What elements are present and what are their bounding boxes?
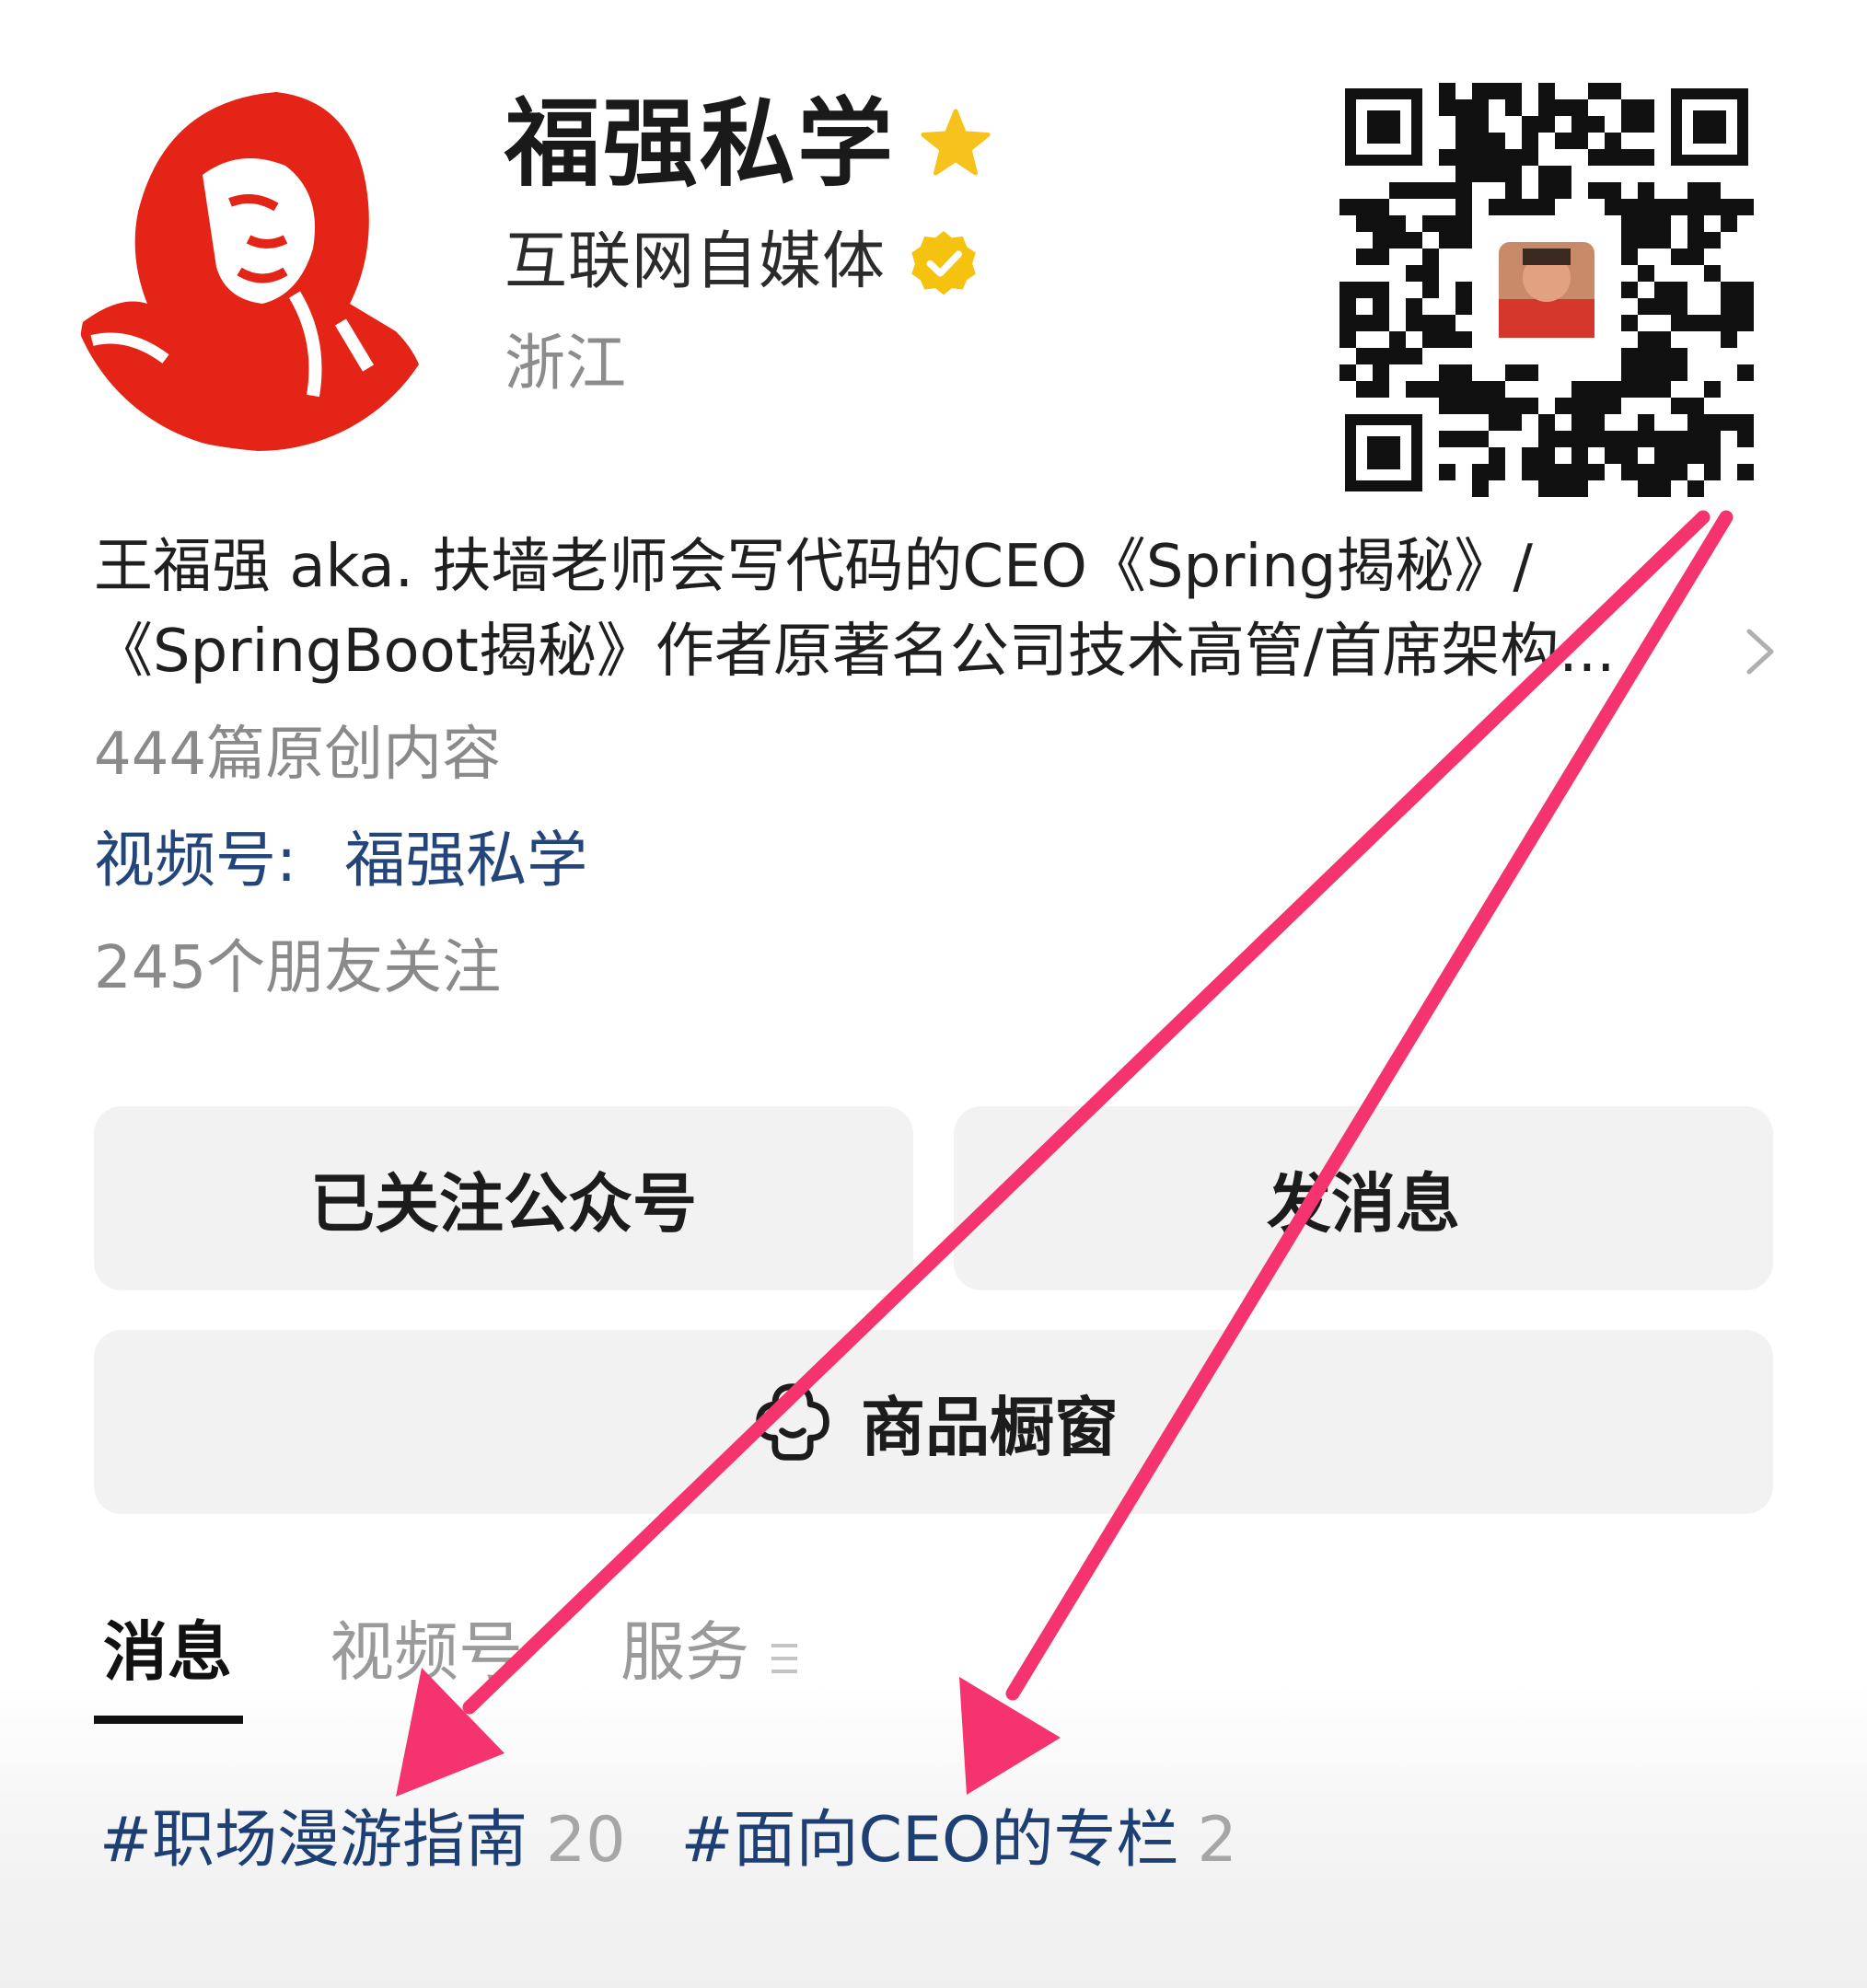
region: 浙江 [504, 328, 626, 399]
shop-window-label: 商品橱窗 [861, 1389, 1119, 1465]
original-content-count[interactable]: 444篇原创内容 [94, 725, 501, 784]
qr-code[interactable] [1339, 83, 1754, 497]
tag-item[interactable]: #职场漫游指南 20 [99, 1809, 626, 1872]
avatar-image [64, 64, 451, 451]
verified-icon [911, 230, 976, 295]
tab-messages[interactable]: 消息 [103, 1620, 232, 1684]
introduction[interactable]: 王福强 aka. 扶墙老师会写代码的CEO《Spring揭秘》/ 《Spring… [94, 525, 1760, 694]
tag-label: #面向CEO的专栏 [680, 1804, 1179, 1877]
channels-name: 福强私学 [344, 825, 588, 896]
qr-code-image [1339, 83, 1754, 497]
certification-row[interactable]: 互联网自媒体 [504, 221, 978, 304]
channels-label: 视频号: [94, 825, 297, 896]
account-name: 福强私学 [504, 87, 896, 200]
followed-button-label: 已关注公众号 [310, 1165, 697, 1242]
tag-count: 20 [545, 1804, 626, 1877]
shop-icon [756, 1383, 829, 1461]
star-icon[interactable] [919, 107, 992, 180]
tag-label: #职场漫游指南 [99, 1804, 528, 1877]
chevron-right-icon[interactable] [1742, 626, 1779, 677]
tab-services[interactable]: 服务 [620, 1620, 749, 1684]
channels-link[interactable]: 视频号: 福强私学 [94, 830, 587, 891]
menu-icon[interactable] [768, 1638, 801, 1679]
introduction-line: 《SpringBoot揭秘》作者原著名公司技术高管/首席架构... [94, 618, 1616, 686]
tag-count: 2 [1197, 1804, 1237, 1877]
introduction-line: 王福强 aka. 扶墙老师会写代码的CEO《Spring揭秘》/ [94, 533, 1533, 601]
avatar[interactable] [64, 64, 451, 451]
shop-window-button[interactable]: 商品橱窗 [94, 1330, 1773, 1514]
friends-follow-count[interactable]: 245个朋友关注 [94, 939, 501, 998]
tab-channels[interactable]: 视频号 [330, 1620, 523, 1684]
send-message-label: 发消息 [1267, 1165, 1460, 1242]
certification-text: 互联网自媒体 [504, 225, 887, 298]
send-message-button[interactable]: 发消息 [954, 1106, 1773, 1290]
active-tab-indicator [94, 1716, 243, 1724]
account-name-row: 福强私学 [504, 88, 992, 199]
tag-item[interactable]: #面向CEO的专栏 2 [681, 1809, 1237, 1872]
followed-button[interactable]: 已关注公众号 [94, 1106, 913, 1290]
tag-list: #职场漫游指南 20 #面向CEO的专栏 2 [99, 1809, 1237, 1872]
